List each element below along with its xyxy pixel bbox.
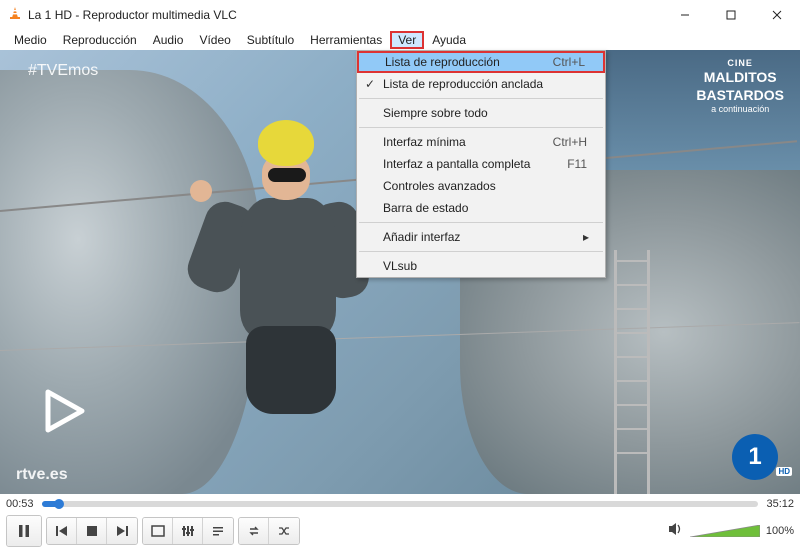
shuffle-button[interactable] bbox=[269, 518, 299, 544]
playlist-button[interactable] bbox=[203, 518, 233, 544]
extended-settings-icon bbox=[181, 524, 195, 538]
next-button[interactable] bbox=[107, 518, 137, 544]
extended-settings-button[interactable] bbox=[173, 518, 203, 544]
channel-hd-badge: HD bbox=[776, 467, 792, 476]
window-buttons bbox=[662, 0, 800, 30]
maximize-button[interactable] bbox=[708, 0, 754, 30]
dd-separator bbox=[359, 222, 603, 223]
menu-reproduccion[interactable]: Reproducción bbox=[55, 31, 145, 49]
menu-ver[interactable]: Ver bbox=[390, 31, 424, 49]
dd-siempre-sobre-todo[interactable]: Siempre sobre todo bbox=[357, 102, 605, 124]
fullscreen-button[interactable] bbox=[143, 518, 173, 544]
chevron-right-icon: ▸ bbox=[583, 230, 597, 244]
dd-anadir-interfaz[interactable]: Añadir interfaz ▸ bbox=[357, 226, 605, 248]
loop-icon bbox=[247, 524, 261, 538]
cine-title1: MALDITOS bbox=[696, 69, 784, 87]
menu-medio[interactable]: Medio bbox=[6, 31, 55, 49]
previous-icon bbox=[55, 524, 69, 538]
window-title: La 1 HD - Reproductor multimedia VLC bbox=[28, 8, 662, 22]
minimize-button[interactable] bbox=[662, 0, 708, 30]
fullscreen-icon bbox=[151, 524, 165, 538]
dd-vlsub[interactable]: VLsub bbox=[357, 255, 605, 277]
seek-track[interactable] bbox=[42, 501, 759, 507]
menu-video[interactable]: Vídeo bbox=[191, 31, 238, 49]
overlay-hashtag: #TVEmos bbox=[28, 62, 98, 80]
dd-lista-reproduccion[interactable]: Lista de reproducción Ctrl+L bbox=[357, 51, 605, 73]
volume-percentage: 100% bbox=[766, 525, 794, 537]
shuffle-icon bbox=[277, 524, 291, 538]
overlay-play-triangle-icon bbox=[40, 388, 86, 434]
overlay-rtve: rtve.es bbox=[16, 466, 68, 484]
titlebar: La 1 HD - Reproductor multimedia VLC bbox=[0, 0, 800, 30]
volume-control: 100% bbox=[668, 522, 794, 541]
menubar: Medio Reproducción Audio Vídeo Subtítulo… bbox=[0, 30, 800, 50]
stop-icon bbox=[85, 524, 99, 538]
dd-separator bbox=[359, 251, 603, 252]
speaker-icon[interactable] bbox=[668, 522, 684, 541]
dd-lista-anclada[interactable]: ✓ Lista de reproducción anclada bbox=[357, 73, 605, 95]
menu-ayuda[interactable]: Ayuda bbox=[424, 31, 474, 49]
cine-title2: BASTARDOS bbox=[696, 87, 784, 105]
ver-dropdown: Lista de reproducción Ctrl+L ✓ Lista de … bbox=[356, 50, 606, 278]
loop-button[interactable] bbox=[239, 518, 269, 544]
dd-interfaz-minima[interactable]: Interfaz mínima Ctrl+H bbox=[357, 131, 605, 153]
cine-sub: a continuación bbox=[696, 104, 784, 115]
ladder bbox=[614, 250, 650, 494]
seekbar: 00:53 35:12 bbox=[6, 495, 794, 513]
menu-herramientas[interactable]: Herramientas bbox=[302, 31, 390, 49]
next-icon bbox=[115, 524, 129, 538]
menu-audio[interactable]: Audio bbox=[145, 31, 192, 49]
check-icon: ✓ bbox=[357, 77, 383, 91]
time-elapsed[interactable]: 00:53 bbox=[6, 498, 34, 510]
cine-top: CINE bbox=[696, 58, 784, 69]
pause-button[interactable] bbox=[7, 516, 41, 546]
dd-pantalla-completa[interactable]: Interfaz a pantalla completa F11 bbox=[357, 153, 605, 175]
dd-separator bbox=[359, 127, 603, 128]
controls-row: 100% bbox=[6, 515, 794, 547]
vlc-cone-icon bbox=[8, 6, 22, 25]
dd-controles-avanzados[interactable]: Controles avanzados bbox=[357, 175, 605, 197]
dd-separator bbox=[359, 98, 603, 99]
overlay-cine-block: CINE MALDITOS BASTARDOS a continuación bbox=[696, 58, 784, 116]
close-button[interactable] bbox=[754, 0, 800, 30]
playlist-icon bbox=[211, 524, 225, 538]
channel-number: 1 bbox=[748, 443, 761, 471]
menu-subtitulo[interactable]: Subtítulo bbox=[239, 31, 302, 49]
dd-barra-estado[interactable]: Barra de estado bbox=[357, 197, 605, 219]
overlay-channel-logo: 1 HD bbox=[732, 434, 778, 480]
stop-button[interactable] bbox=[77, 518, 107, 544]
seek-thumb[interactable] bbox=[54, 499, 64, 509]
pause-icon bbox=[17, 524, 31, 538]
volume-slider[interactable] bbox=[690, 525, 760, 537]
time-total[interactable]: 35:12 bbox=[766, 498, 794, 510]
previous-button[interactable] bbox=[47, 518, 77, 544]
